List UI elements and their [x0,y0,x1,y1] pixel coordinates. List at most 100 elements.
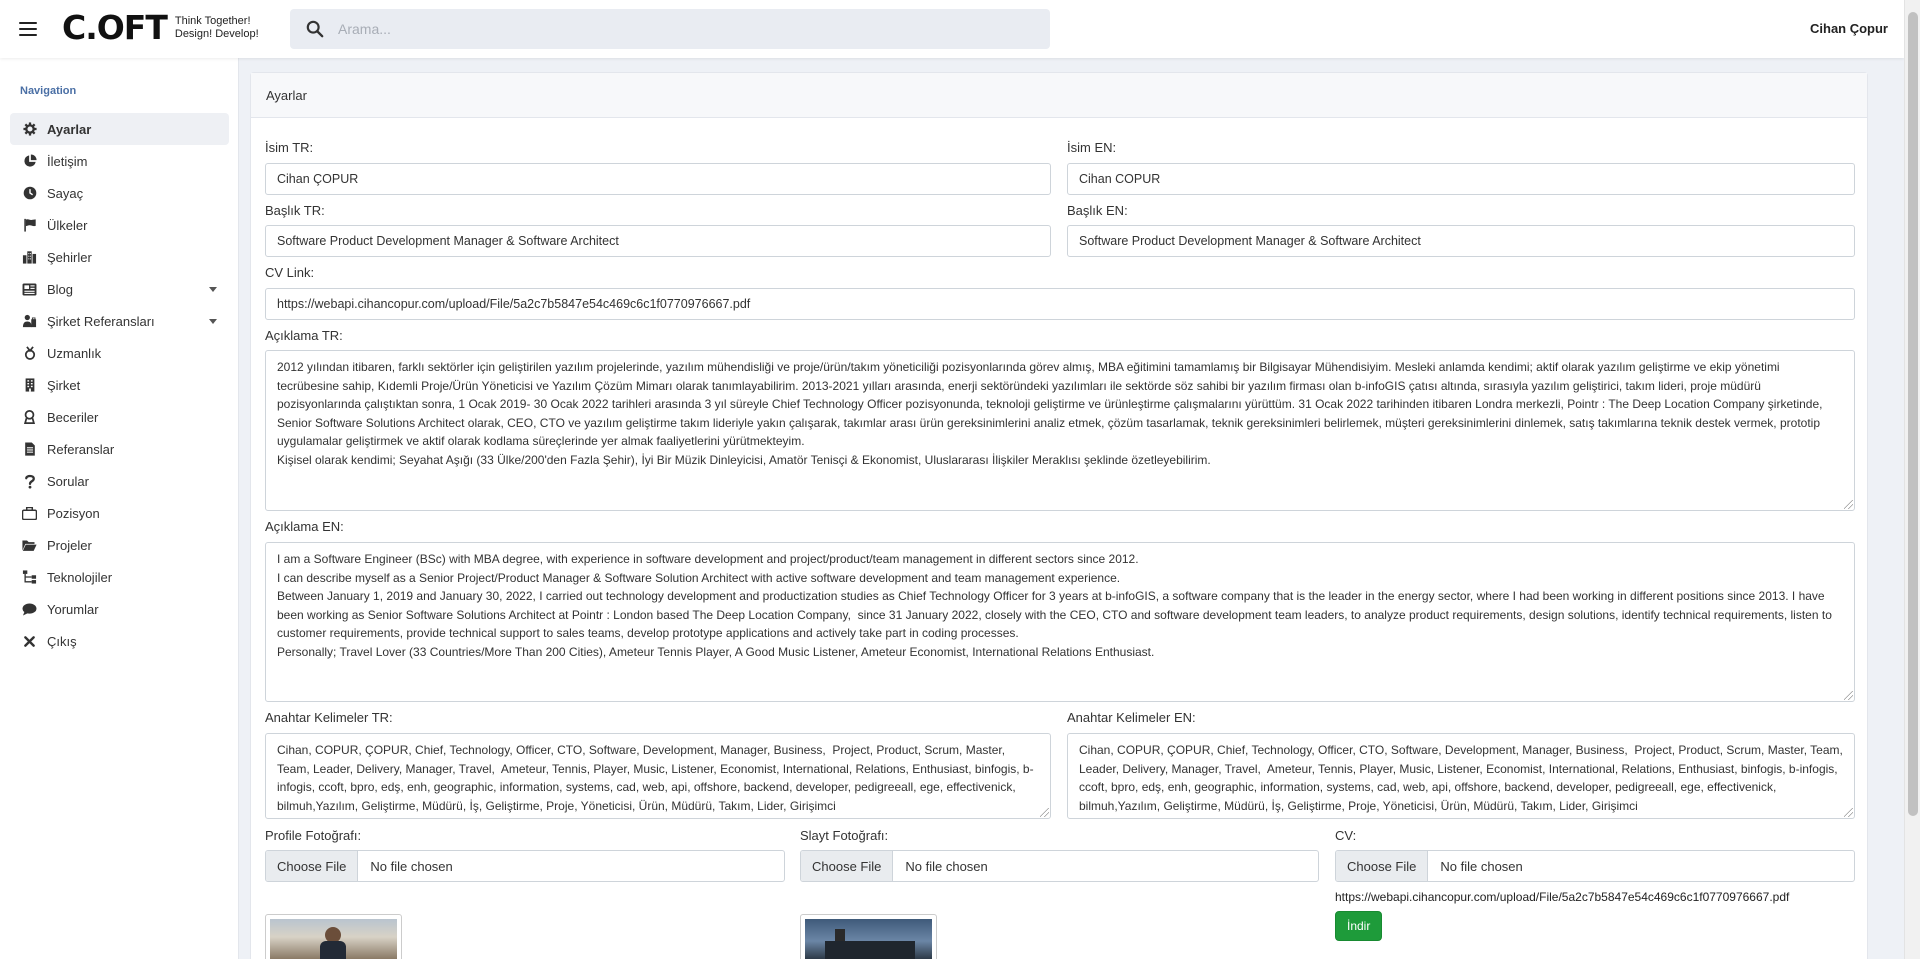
profile-photo-preview [265,914,402,959]
users-icon [22,314,37,329]
sidebar-item-label: Pozisyon [47,505,100,521]
cv-file-label: CV: [1335,828,1357,843]
desc-tr-label: Açıklama TR: [265,328,343,343]
sidebar-item-label: Sorular [47,473,89,489]
folder-icon [22,538,37,553]
cv-link-label: CV Link: [265,265,315,280]
sidebar-item-iletisim[interactable]: İletişim [10,145,229,177]
profile-photo-image [270,919,397,959]
document-icon [22,442,37,457]
sidebar: Navigation Ayarlar İletişim Sayaç Ülkele… [0,58,239,959]
sidebar-item-ayarlar[interactable]: Ayarlar [10,113,229,145]
title-en-label: Başlık EN: [1067,203,1128,218]
settings-card: Ayarlar İsim TR: Cihan ÇOPUR İsim EN: Ci… [250,72,1868,959]
scrollbar-thumb[interactable] [1908,12,1918,816]
slide-photo-file-input[interactable]: Choose File No file chosen [800,850,1319,882]
choose-file-button[interactable]: Choose File [801,851,894,881]
name-en-input[interactable]: Cihan COPUR [1067,163,1855,195]
logo-tagline-line-2: Design! Develop! [174,28,259,40]
sidebar-item-sirket[interactable]: Şirket [10,369,229,401]
sidebar-item-label: Projeler [47,537,92,553]
sidebar-item-label: Sayaç [47,185,84,201]
sidebar-item-sorular[interactable]: Sorular [10,465,229,497]
user-menu[interactable]: Cihan Çopur [1810,21,1888,36]
desc-tr-textarea[interactable]: 2012 yılından itibaren, farklı sektörler… [265,350,1855,511]
title-tr-label: Başlık TR: [265,203,325,218]
sidebar-item-ulkeler[interactable]: Ülkeler [10,209,229,241]
search-icon [306,20,324,38]
sidebar-item-label: Şirket Referansları [47,313,155,329]
cv-link-input[interactable]: https://webapi.cihancopur.com/upload/Fil… [265,288,1855,320]
sidebar-item-uzmanlik[interactable]: Uzmanlık [10,337,229,369]
current-cv-link[interactable]: https://webapi.cihancopur.com/upload/Fil… [1335,890,1789,904]
pie-chart-icon [22,154,37,169]
menu-toggle-icon[interactable] [19,22,37,36]
sidebar-item-label: Şirket [47,377,81,393]
profile-photo-file-input[interactable]: Choose File No file chosen [265,850,785,882]
resize-handle[interactable] [1844,691,1853,700]
name-tr-label: İsim TR: [265,140,314,155]
desc-tr-text: 2012 yılından itibaren, farklı sektörler… [277,360,1823,467]
file-name: No file chosen [905,858,988,874]
sidebar-item-label: Ülkeler [47,217,88,233]
gear-icon [22,122,37,137]
expertise-icon [22,346,37,361]
keywords-tr-label: Anahtar Kelimeler TR: [265,710,393,725]
sidebar-item-yorumlar[interactable]: Yorumlar [10,593,229,625]
blog-icon [22,282,37,297]
file-name: No file chosen [1440,858,1523,874]
sidebar-item-label: Çıkış [47,633,77,649]
slide-photo-label: Slayt Fotoğrafı: [800,828,889,843]
resize-handle[interactable] [1844,500,1853,509]
choose-file-button[interactable]: Choose File [266,851,359,881]
title-en-input[interactable]: Software Product Development Manager & S… [1067,225,1855,257]
slide-photo-image [805,919,932,959]
sidebar-item-label: Beceriler [47,409,99,425]
sidebar-item-sayac[interactable]: Sayaç [10,177,229,209]
sidebar-item-teknolojiler[interactable]: Teknolojiler [10,561,229,593]
logo-mark: C.OFT [62,8,168,47]
chevron-down-icon [209,319,217,324]
keywords-tr-text: Cihan, COPUR, ÇOPUR, Chief, Technology, … [277,743,1034,813]
sidebar-item-referanslar[interactable]: Referanslar [10,433,229,465]
download-button[interactable]: İndir [1335,911,1383,941]
name-tr-input[interactable]: Cihan ÇOPUR [265,163,1051,195]
sidebar-item-sehirler[interactable]: Şehirler [10,241,229,273]
desc-en-label: Açıklama EN: [265,519,344,534]
name-en-label: İsim EN: [1067,140,1117,155]
keywords-en-label: Anahtar Kelimeler EN: [1067,710,1196,725]
file-name: No file chosen [370,858,453,874]
sidebar-item-label: Uzmanlık [47,345,102,361]
logo-tagline-line-1: Think Together! [174,15,251,27]
keywords-en-textarea[interactable]: Cihan, COPUR, ÇOPUR, Chief, Technology, … [1067,733,1855,819]
sidebar-item-label: Şehirler [47,249,92,265]
close-icon [22,634,37,649]
sidebar-item-cikis[interactable]: Çıkış [10,625,229,657]
desc-en-textarea[interactable]: I am a Software Engineer (BSc) with MBA … [265,542,1855,702]
choose-file-button[interactable]: Choose File [1336,851,1429,881]
title-tr-input[interactable]: Software Product Development Manager & S… [265,225,1051,257]
page-scrollbar[interactable] [1904,0,1920,959]
logo-tagline: Think Together! Design! Develop! [175,15,259,41]
keywords-tr-textarea[interactable]: Cihan, COPUR, ÇOPUR, Chief, Technology, … [265,733,1051,819]
sitemap-icon [22,570,37,585]
sidebar-item-sirket-referanslari[interactable]: Şirket Referansları [10,305,229,337]
resize-handle[interactable] [1844,808,1853,817]
sidebar-item-label: İletişim [47,153,88,169]
flag-icon [22,218,37,233]
profile-photo-label: Profile Fotoğrafı: [265,828,362,843]
sidebar-item-pozisyon[interactable]: Pozisyon [10,497,229,529]
search-input[interactable] [338,21,1018,37]
logo[interactable]: C.OFT Think Together! Design! Develop! [62,10,259,46]
cv-file-input[interactable]: Choose File No file chosen [1335,850,1855,882]
sidebar-item-projeler[interactable]: Projeler [10,529,229,561]
city-icon [22,250,37,265]
question-icon [22,474,37,489]
sidebar-item-beceriler[interactable]: Beceriler [10,401,229,433]
sidebar-item-blog[interactable]: Blog [10,273,229,305]
sidebar-item-label: Ayarlar [47,121,92,137]
resize-handle[interactable] [1040,808,1049,817]
building-icon [22,378,37,393]
sidebar-item-label: Referanslar [47,441,115,457]
slide-photo-preview [800,914,937,959]
